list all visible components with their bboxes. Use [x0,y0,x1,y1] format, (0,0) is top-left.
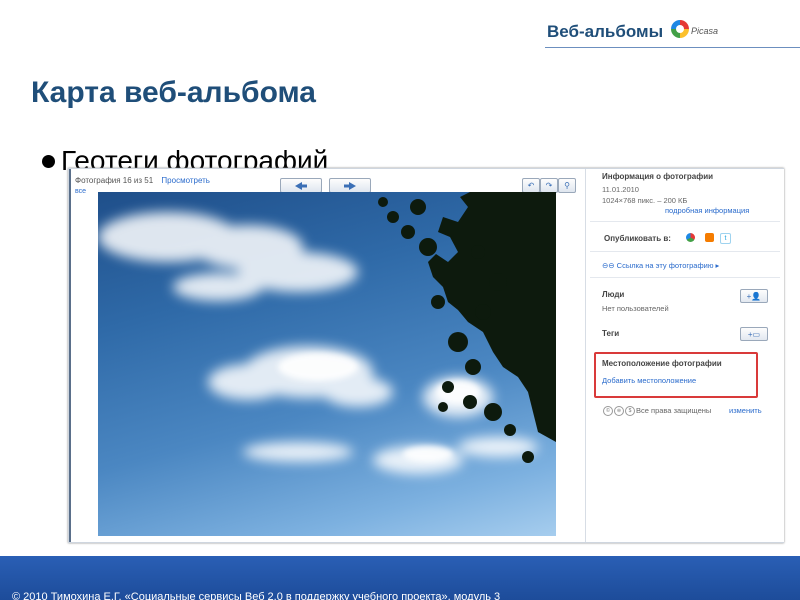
details-link[interactable]: подробная информация [665,206,749,215]
google-buzz-icon[interactable] [686,233,695,242]
all-photos-link[interactable]: все [75,188,86,195]
chevron-right-icon: ▸ [713,261,720,270]
photo-info-sidebar: Информация о фотографии 11.01.2010 1024×… [585,169,784,542]
arrow-left-icon [295,181,307,190]
photo-link-label: Ссылка на эту фотографию [616,261,714,270]
add-person-button[interactable]: +👤 [740,289,768,303]
copyright-icon: © [603,406,613,416]
section-title: Веб-альбомы [547,22,664,41]
photo-link[interactable]: ⊖⊖ Ссылка на эту фотографию ▸ [602,261,719,270]
header-divider [545,47,800,48]
no-derivatives-icon: ⊜ [614,406,624,416]
people-empty: Нет пользователей [602,304,669,313]
rotate-right-button[interactable]: ↷ [540,178,558,193]
photo-date: 11.01.2010 [602,185,639,194]
publish-label: Опубликовать в: [604,234,671,243]
rotate-right-icon: ↷ [545,181,553,190]
tree-branches [378,192,556,463]
prev-photo-button[interactable] [280,178,322,193]
footer-bar: © 2010 Тимохина Е.Г. «Социальные сервисы… [0,556,800,600]
next-photo-button[interactable] [329,178,371,193]
picasa-logo-icon [671,20,689,38]
zoom-icon: ⚲ [564,181,570,190]
add-tag-icon: +▭ [747,329,761,339]
attribution-icon: $ [625,406,635,416]
location-heading: Местоположение фотографии [602,359,722,368]
arrow-right-icon [344,181,356,190]
bullet-text: Геотеги фотографий [61,145,329,170]
view-link[interactable]: Просмотреть [161,176,210,185]
photo-artwork [98,192,556,474]
tags-heading: Теги [602,329,620,338]
blogger-icon[interactable] [705,233,714,242]
screenshot-left-border [69,169,71,542]
add-person-icon: +👤 [746,291,762,301]
people-heading: Люди [602,290,625,299]
sidebar-divider [590,251,780,252]
photo-counter: Фотография 16 из 51 Просмотреть [75,176,210,185]
page-title: Карта веб-альбома [31,76,316,109]
picasa-logo-text: Picasa [691,26,719,36]
info-heading: Информация о фотографии [602,172,714,181]
rotate-left-button[interactable]: ↶ [522,178,540,193]
add-location-link[interactable]: Добавить местоположение [602,376,696,385]
bullet-icon [42,155,55,168]
sidebar-divider [590,221,780,222]
rotate-left-icon: ↶ [527,181,535,190]
sidebar-divider [590,277,780,278]
link-icon: ⊖⊖ [602,261,617,270]
zoom-button[interactable]: ⚲ [558,178,576,193]
add-tag-button[interactable]: +▭ [740,327,768,341]
twitter-icon[interactable]: t [720,233,731,244]
photo-counter-text: Фотография 16 из 51 [75,176,154,185]
picasa-screenshot: Фотография 16 из 51 Просмотреть все ↶ ↷ … [68,168,784,543]
rights-text: Все права защищены [636,406,712,415]
change-rights-link[interactable]: изменить [729,406,762,415]
footer-text: © 2010 Тимохина Е.Г. «Социальные сервисы… [12,591,501,600]
photo-sky-clouds[interactable] [98,192,556,536]
photo-dimensions: 1024×768 пикс. – 200 КБ [602,196,688,205]
